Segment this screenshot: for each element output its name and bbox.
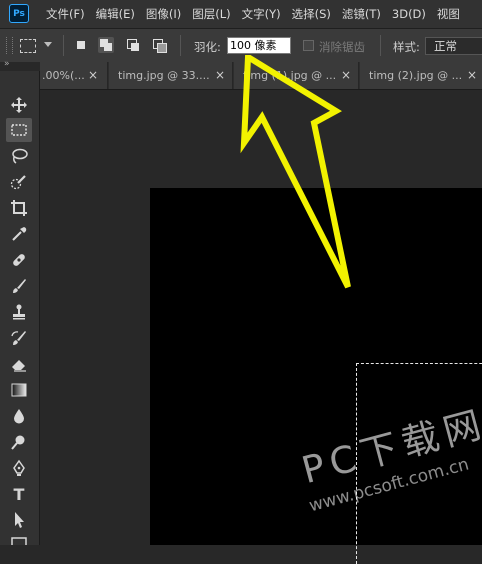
tab-label: .00%(... [42,69,85,82]
menu-filter[interactable]: 滤镜(T) [342,6,381,22]
document-tab[interactable]: .00%(... × [40,62,108,89]
new-selection-button[interactable] [73,37,89,53]
rectangle-shape-icon[interactable] [6,532,32,545]
menu-file[interactable]: 文件(F) [46,6,85,22]
style-label: 样式: [393,40,420,54]
annotation-arrow-icon [240,55,351,289]
photoshop-logo[interactable]: Ps [9,4,29,23]
dodge-icon[interactable] [6,430,32,454]
close-icon[interactable]: × [467,62,477,89]
quick-select-icon[interactable] [6,170,32,194]
menu-view[interactable]: 视图 [437,6,460,22]
pen-icon[interactable] [6,456,32,480]
add-to-selection-button[interactable] [98,37,114,53]
brush-icon[interactable] [6,274,32,298]
divider [380,35,381,56]
stamp-icon[interactable] [6,300,32,324]
style-select[interactable]: 正常 [425,37,482,55]
lasso-icon[interactable] [6,144,32,168]
subtract-from-selection-button[interactable] [125,37,141,53]
divider [180,35,181,56]
antialias-label: 消除锯齿 [319,40,365,54]
feather-input[interactable]: 100 像素 [227,37,291,54]
divider [63,35,64,56]
history-brush-icon[interactable] [6,326,32,350]
menu-select[interactable]: 选择(S) [292,6,331,22]
arrow-icon[interactable] [6,508,32,532]
menu-image[interactable]: 图像(I) [146,6,181,22]
chevron-down-icon[interactable] [44,42,52,47]
document-tab[interactable]: timg.jpg @ 33.... × [109,62,233,89]
move-icon[interactable] [6,93,32,117]
antialias-checkbox[interactable] [303,40,314,51]
bandage-icon[interactable] [6,248,32,272]
rect-marquee-icon[interactable] [6,118,32,142]
gradient-icon[interactable] [6,378,32,402]
menu-type[interactable]: 文字(Y) [242,6,281,22]
tab-label: timg.jpg @ 33.... [118,69,210,82]
drop-icon[interactable] [6,404,32,428]
intersect-selection-button[interactable] [151,37,167,53]
close-icon[interactable]: × [88,62,98,89]
options-grip[interactable] [6,37,13,54]
tool-preset-icon[interactable] [20,39,36,53]
collapse-icon[interactable]: » [4,59,10,69]
close-icon[interactable]: × [215,62,225,89]
menu-layer[interactable]: 图层(L) [192,6,230,22]
type-icon[interactable]: T [6,482,32,506]
crop-icon[interactable] [6,196,32,220]
menu-3d[interactable]: 3D(D) [392,7,426,21]
feather-label: 羽化: [194,40,221,54]
menu-bar: Ps 文件(F) 编辑(E) 图像(I) 图层(L) 文字(Y) 选择(S) 滤… [0,0,482,29]
eyedropper-icon[interactable] [6,222,32,246]
document-tab[interactable]: timg (2).jpg @ ... × [360,62,482,89]
eraser-icon[interactable] [6,352,32,376]
tools-panel-header: » [0,59,40,71]
menu-edit[interactable]: 编辑(E) [96,6,135,22]
menu-items: 文件(F) 编辑(E) 图像(I) 图层(L) 文字(Y) 选择(S) 滤镜(T… [46,0,471,28]
tools-panel: » T [0,59,40,545]
tab-label: timg (2).jpg @ ... [369,69,463,82]
